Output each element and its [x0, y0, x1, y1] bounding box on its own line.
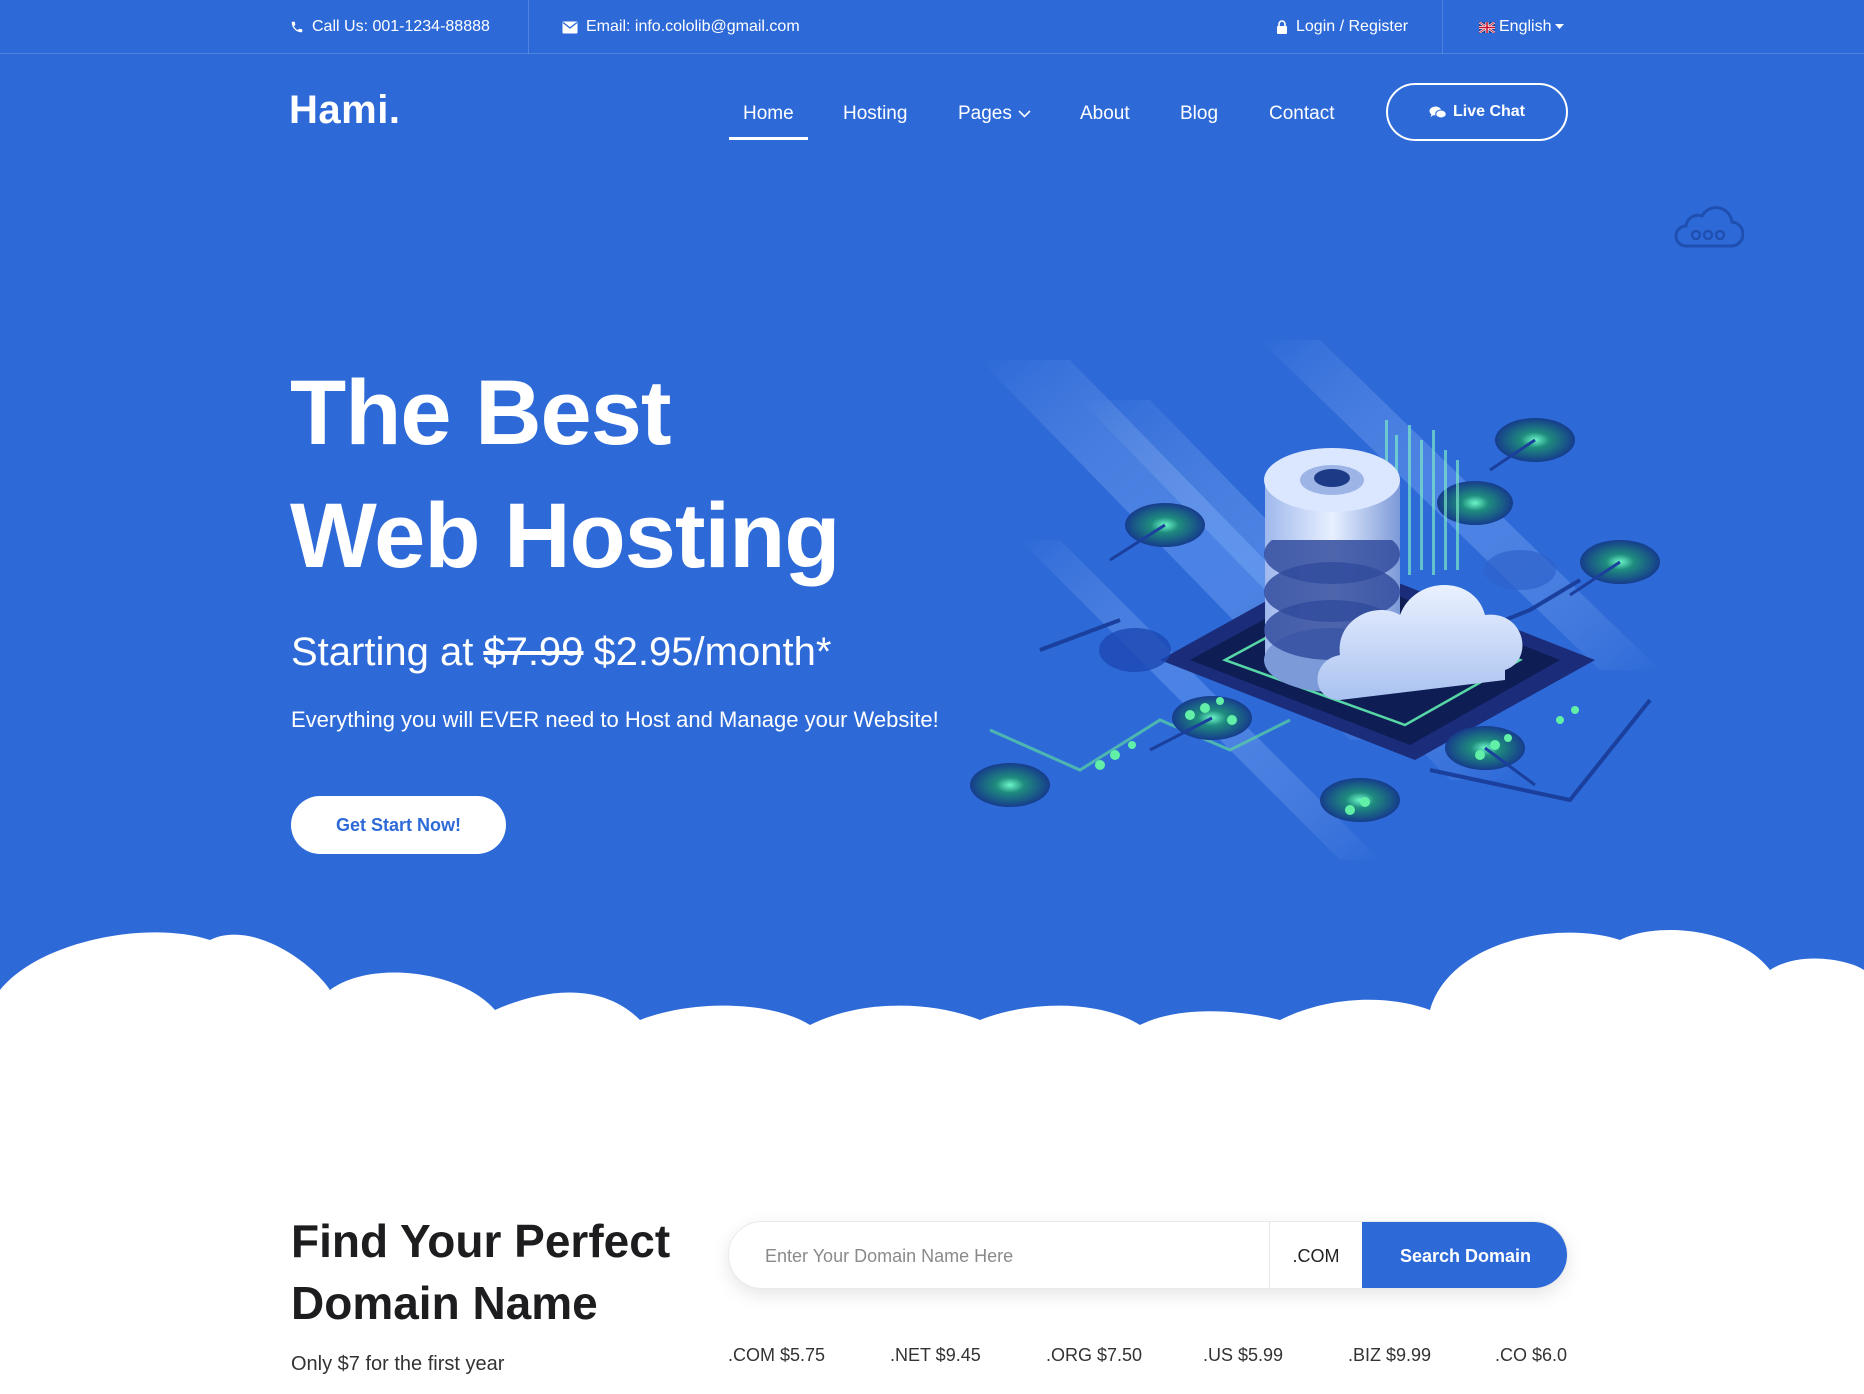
- phone-text: Call Us: 001-1234-88888: [312, 18, 490, 35]
- server-cloud-illustration: [960, 340, 1680, 945]
- hero-title-line2: Web Hosting: [290, 485, 840, 587]
- login-register-link[interactable]: Login / Register: [1276, 0, 1408, 54]
- hero-section: Call Us: 001-1234-88888 Email: info.colo…: [0, 0, 1864, 1060]
- live-chat-button[interactable]: Live Chat: [1386, 83, 1568, 141]
- email-text: Email: info.cololib@gmail.com: [586, 18, 800, 35]
- topbar-divider: [528, 0, 529, 54]
- domain-note: Only $7 for the first year: [291, 1353, 505, 1375]
- nav-hosting[interactable]: Hosting: [843, 96, 907, 132]
- nav-home[interactable]: Home: [729, 96, 808, 140]
- domain-title-line1: Find Your Perfect: [291, 1215, 671, 1267]
- domain-title-line2: Domain Name: [291, 1277, 598, 1329]
- caret-down-icon: [1555, 24, 1565, 30]
- top-bar: Call Us: 001-1234-88888 Email: info.colo…: [0, 0, 1864, 54]
- chevron-down-icon: [1018, 110, 1031, 118]
- nav-pages-label: Pages: [958, 103, 1012, 124]
- nav-pages[interactable]: Pages: [958, 96, 1031, 132]
- topbar-divider: [1442, 0, 1443, 54]
- envelope-icon: [562, 21, 578, 34]
- brand-logo[interactable]: Hami.: [289, 88, 400, 133]
- language-text: English: [1499, 18, 1552, 35]
- hero-subtitle: Everything you will EVER need to Host an…: [291, 707, 939, 732]
- new-price: $2.95/month*: [593, 630, 832, 674]
- tld-price: .NET $9.45: [890, 1345, 981, 1365]
- get-started-button[interactable]: Get Start Now!: [291, 796, 506, 854]
- nav-contact[interactable]: Contact: [1269, 96, 1334, 132]
- tld-price: .BIZ $9.99: [1348, 1345, 1432, 1365]
- email-contact[interactable]: Email: info.cololib@gmail.com: [562, 0, 800, 54]
- chat-bubbles-icon: [1429, 106, 1447, 119]
- lock-icon: [1276, 20, 1288, 34]
- domain-search-input[interactable]: [729, 1222, 1269, 1288]
- hero-pricing: Starting at $7.99 $2.95/month*: [291, 630, 831, 675]
- tld-price: .COM $5.75: [728, 1345, 826, 1365]
- cloud-divider: [0, 930, 1864, 1060]
- phone-icon: [290, 20, 304, 34]
- search-domain-button[interactable]: Search Domain: [1362, 1222, 1567, 1288]
- domain-search-form: .COM Search Domain: [728, 1221, 1568, 1289]
- login-text: Login / Register: [1296, 18, 1409, 35]
- hero-title-line1: The Best: [290, 362, 672, 464]
- domain-title: Find Your Perfect Domain Name: [291, 1210, 670, 1334]
- phone-contact[interactable]: Call Us: 001-1234-88888: [290, 0, 490, 54]
- cloud-icon: [1672, 204, 1745, 255]
- live-chat-label: Live Chat: [1452, 103, 1525, 120]
- tld-price: .US $5.99: [1203, 1345, 1284, 1365]
- tld-select[interactable]: .COM: [1269, 1222, 1362, 1288]
- uk-flag-icon: [1479, 21, 1495, 33]
- language-selector[interactable]: English: [1479, 0, 1565, 54]
- tld-price: .ORG $7.50: [1046, 1345, 1143, 1365]
- old-price: $7.99: [483, 630, 584, 674]
- tld-price: .CO $6.0: [1495, 1345, 1568, 1365]
- nav-about[interactable]: About: [1080, 96, 1130, 132]
- starting-prefix: Starting at: [291, 630, 474, 674]
- nav-blog[interactable]: Blog: [1180, 96, 1218, 132]
